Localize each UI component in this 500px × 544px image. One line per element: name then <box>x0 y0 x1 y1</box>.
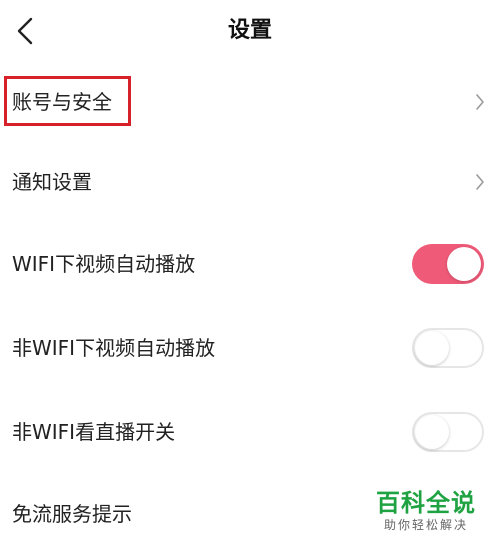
toggle-knob <box>415 415 449 449</box>
settings-row-account-security[interactable]: 账号与安全 <box>0 72 500 132</box>
wifi-autoplay-toggle[interactable] <box>412 244 484 284</box>
non-wifi-live-toggle[interactable] <box>412 412 484 452</box>
row-label: 通知设置 <box>12 170 92 194</box>
chevron-right-icon <box>474 172 486 192</box>
watermark-sub-text: 助你轻松解决 <box>383 518 468 532</box>
non-wifi-autoplay-toggle[interactable] <box>412 328 484 368</box>
row-label: 非WIFI下视频自动播放 <box>12 336 216 360</box>
toggle-knob <box>415 331 449 365</box>
settings-row-wifi-autoplay: WIFI下视频自动播放 <box>0 234 500 294</box>
toggle-knob <box>447 247 481 281</box>
settings-row-notifications[interactable]: 通知设置 <box>0 152 500 212</box>
chevron-right-icon <box>474 92 486 112</box>
row-label: WIFI下视频自动播放 <box>12 252 196 276</box>
header-bar: 设置 <box>0 0 500 62</box>
settings-row-non-wifi-live: 非WIFI看直播开关 <box>0 402 500 462</box>
watermark-logo: 百科全说 助你轻松解决 <box>366 489 486 533</box>
row-label: 免流服务提示 <box>12 502 132 526</box>
row-label: 账号与安全 <box>12 90 112 114</box>
watermark-main-text: 百科全说 <box>376 489 476 517</box>
row-label: 非WIFI看直播开关 <box>12 420 176 444</box>
settings-row-non-wifi-autoplay: 非WIFI下视频自动播放 <box>0 318 500 378</box>
page-title: 设置 <box>227 18 272 43</box>
